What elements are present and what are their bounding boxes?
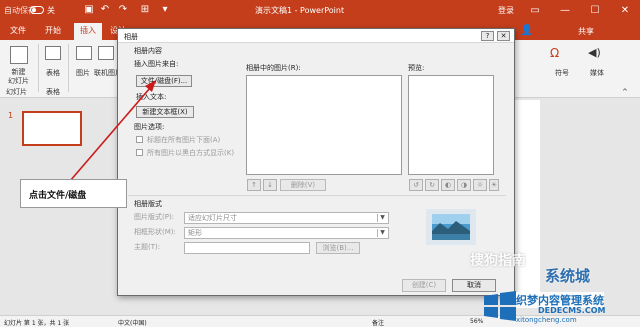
xitong-url: xitongcheng.com <box>516 316 577 324</box>
dedecms-banner: 织梦内容管理系统 DEDECMS.COM xitongcheng.com <box>480 284 640 327</box>
windows-logo-icon <box>484 291 516 321</box>
xitong-watermark: 系统城 <box>545 267 591 285</box>
dedecms-url: DEDECMS.COM <box>538 306 606 315</box>
sogou-watermark: 搜狗指南 <box>470 253 526 269</box>
callout-text: 点击文件/磁盘 <box>29 191 87 201</box>
instruction-callout: 点击文件/磁盘 <box>20 179 127 208</box>
annotation-arrow <box>69 80 156 182</box>
